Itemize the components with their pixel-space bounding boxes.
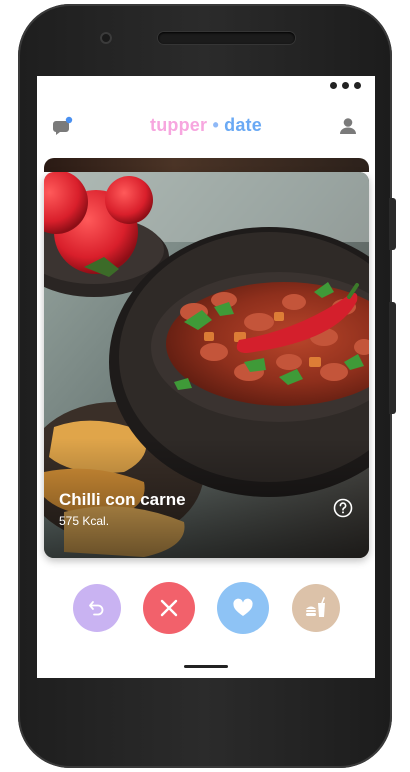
app-header: tupper • date [37, 106, 375, 146]
app-logo: tupper • date [37, 115, 375, 136]
earpiece-speaker [158, 32, 295, 44]
like-button[interactable] [217, 582, 269, 634]
undo-icon [89, 601, 104, 616]
power-button [389, 198, 396, 250]
order-button[interactable] [292, 584, 340, 632]
logo-separator: • [212, 115, 219, 135]
logo-part1: tupper [150, 115, 208, 135]
volume-button [389, 302, 396, 414]
dish-card[interactable]: Chilli con carne 575 Kcal. [44, 172, 369, 558]
app-screen: tupper • date Chilli con carne 575 Kcal. [37, 76, 375, 678]
order-food-icon [306, 597, 325, 617]
help-icon [333, 498, 353, 518]
close-icon [160, 599, 178, 617]
front-camera [100, 32, 112, 44]
dish-name: Chilli con carne [59, 490, 186, 509]
dish-calories: 575 Kcal. [59, 514, 110, 528]
help-button[interactable] [333, 498, 353, 518]
profile-icon [340, 118, 356, 134]
undo-button[interactable] [73, 584, 121, 632]
dislike-button[interactable] [143, 582, 195, 634]
logo-part2: date [224, 115, 262, 135]
profile-button[interactable] [337, 115, 359, 137]
more-dots-icon[interactable] [330, 82, 361, 89]
next-card-peek [44, 158, 369, 172]
action-bar [37, 582, 375, 634]
home-indicator[interactable] [184, 665, 228, 668]
heart-icon [233, 598, 253, 616]
